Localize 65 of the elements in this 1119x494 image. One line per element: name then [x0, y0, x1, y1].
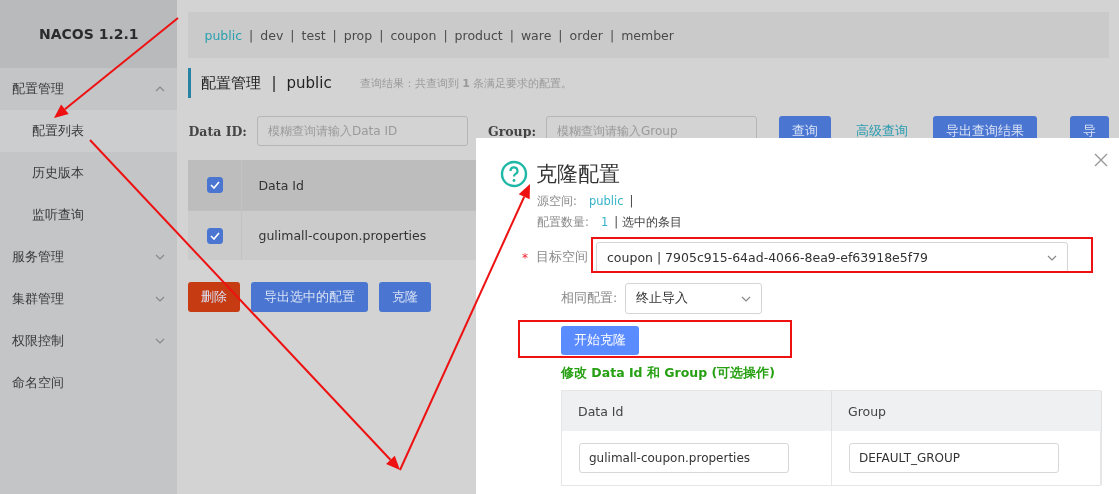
- help-icon: [500, 160, 528, 188]
- separator: |: [378, 27, 385, 43]
- separator: |: [248, 27, 255, 43]
- config-count: 1: [600, 215, 609, 230]
- chevron-down-icon: [1047, 254, 1057, 261]
- separator: |: [629, 194, 634, 209]
- separator: |: [608, 27, 616, 43]
- namespace-tab[interactable]: prop: [341, 27, 375, 43]
- target-namespace-select[interactable]: coupon | 7905c915-64ad-4066-8ea9-ef63918e5f79: [596, 242, 1068, 273]
- chevron-up-icon: [155, 86, 166, 92]
- column-header: Data Id: [257, 177, 304, 193]
- table-cell-text: gulimall-coupon.properties: [257, 228, 427, 243]
- field-label: 相同配置:: [561, 290, 618, 307]
- sidebar-subitem[interactable]: 历史版本: [0, 152, 178, 194]
- action-button[interactable]: 删除: [188, 282, 241, 312]
- separator: |: [557, 27, 564, 43]
- separator: |: [289, 27, 296, 43]
- same-config-select[interactable]: 终止导入: [625, 283, 763, 314]
- optional-note: 修改 Data Id 和 Group (可选操作): [561, 365, 776, 382]
- namespace-tab[interactable]: test: [299, 27, 328, 43]
- checkbox[interactable]: [207, 227, 223, 244]
- checkmark-icon: [210, 181, 220, 189]
- namespace-tab[interactable]: coupon: [388, 27, 439, 43]
- sidebar-subitem[interactable]: 监听查询: [0, 194, 178, 236]
- separator: |: [331, 27, 338, 43]
- required-mark: *: [522, 250, 528, 265]
- column-header: Data Id: [562, 391, 832, 431]
- action-button[interactable]: 导出选中的配置: [251, 282, 369, 312]
- namespace-tab[interactable]: ware: [518, 27, 554, 43]
- namespace-tab[interactable]: product: [452, 27, 505, 43]
- field-label: 目标空间: [536, 249, 588, 266]
- field-label: Data ID:: [188, 123, 247, 139]
- sidebar-subitem[interactable]: 配置列表: [0, 110, 178, 152]
- page-title: 配置管理: [201, 73, 262, 93]
- new-group-field[interactable]: DEFAULT_GROUP: [849, 443, 1059, 473]
- source-label: 源空间:: [537, 194, 577, 209]
- dialog-title: 克隆配置: [536, 161, 620, 188]
- sidebar-item[interactable]: 服务管理: [0, 236, 178, 278]
- count-note: | 选中的条目: [614, 215, 682, 230]
- source-namespace: public: [588, 194, 624, 209]
- namespace-tab[interactable]: dev: [258, 27, 286, 43]
- sidebar-item[interactable]: 权限控制: [0, 320, 178, 362]
- separator: |: [271, 74, 277, 92]
- field-label: Group:: [487, 123, 536, 139]
- sidebar-item[interactable]: 配置管理: [0, 68, 178, 110]
- separator: |: [442, 27, 449, 43]
- app-title: NACOS 1.2.1: [38, 26, 139, 42]
- checkbox[interactable]: [207, 177, 223, 193]
- start-clone-button[interactable]: 开始克隆: [561, 326, 639, 355]
- chevron-down-icon: [155, 254, 166, 260]
- column-header: Group: [832, 391, 1102, 431]
- count-label: 配置数量:: [537, 215, 589, 230]
- chevron-down-icon: [741, 295, 752, 302]
- close-icon[interactable]: [1093, 152, 1109, 168]
- namespace-tab[interactable]: member: [619, 27, 676, 43]
- action-button[interactable]: 克隆: [379, 282, 432, 312]
- namespace-tab[interactable]: order: [567, 27, 605, 43]
- checkmark-icon: [210, 231, 220, 240]
- separator: |: [508, 27, 515, 43]
- chevron-down-icon: [155, 296, 166, 302]
- sidebar-item[interactable]: 命名空间: [0, 362, 178, 404]
- chevron-down-icon: [155, 338, 166, 344]
- new-data-id-field[interactable]: gulimall-coupon.properties: [579, 443, 789, 473]
- sidebar-item[interactable]: 集群管理: [0, 278, 178, 320]
- namespace-name: public: [286, 74, 332, 92]
